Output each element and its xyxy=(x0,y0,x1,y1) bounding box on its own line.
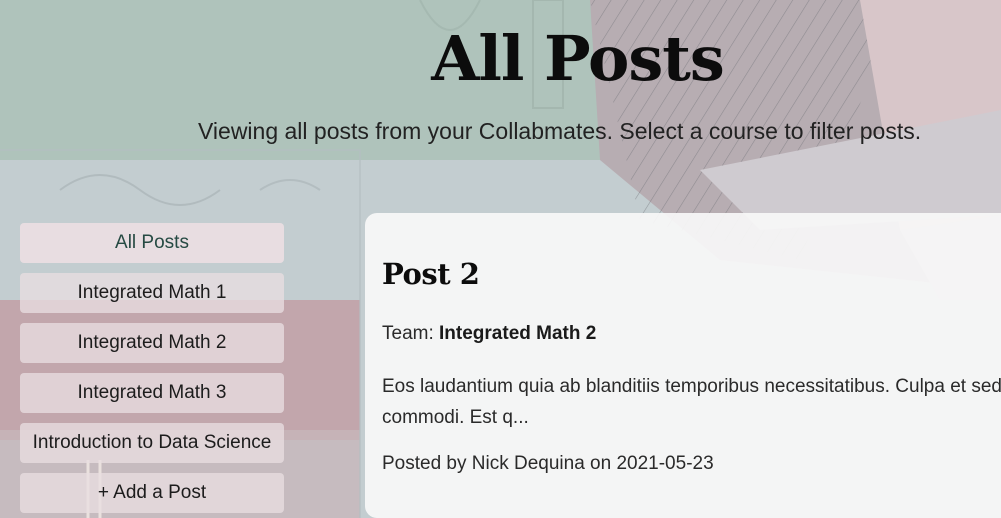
page-subtitle: Viewing all posts from your Collabmates.… xyxy=(198,118,922,144)
filter-all-posts-button[interactable]: All Posts xyxy=(20,223,284,263)
post-title: Post 2 xyxy=(382,257,480,291)
filter-integrated-math-2-button[interactable]: Integrated Math 2 xyxy=(20,323,284,363)
post-team-name: Integrated Math 2 xyxy=(439,323,597,344)
post-meta: Posted by Nick Dequina on 2021-05-23 xyxy=(382,453,714,474)
post-body: Eos laudantium quia ab blanditiis tempor… xyxy=(382,376,1001,428)
post-team: Team: Integrated Math 2 xyxy=(382,323,596,345)
post-team-label: Team: xyxy=(382,323,434,344)
filter-integrated-math-3-button[interactable]: Integrated Math 3 xyxy=(20,373,284,413)
add-post-button[interactable]: + Add a Post xyxy=(20,473,284,513)
course-filter-sidebar: All Posts Integrated Math 1 Integrated M… xyxy=(20,223,284,518)
post-card[interactable]: Post 2 Team: Integrated Math 2 Eos lauda… xyxy=(365,213,1001,518)
page-title: All Posts xyxy=(431,22,725,95)
filter-intro-data-science-button[interactable]: Introduction to Data Science xyxy=(20,423,284,463)
filter-integrated-math-1-button[interactable]: Integrated Math 1 xyxy=(20,273,284,313)
